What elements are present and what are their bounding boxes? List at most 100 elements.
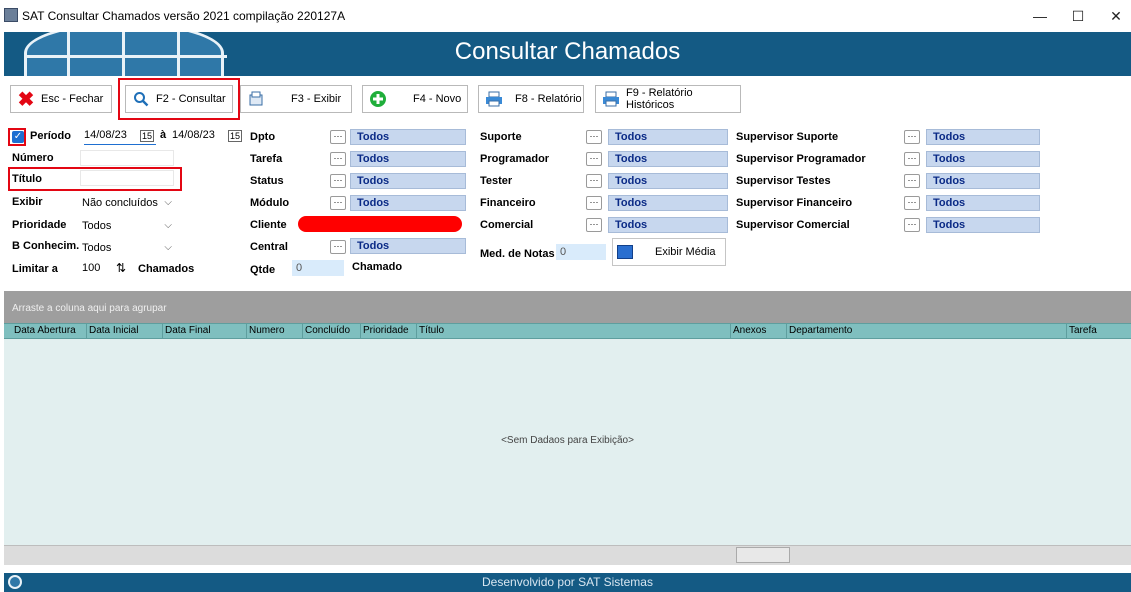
footer-summary-cell — [736, 547, 790, 563]
new-button[interactable]: F4 - Novo — [362, 85, 468, 113]
history-report-button[interactable]: F9 - Relatório Históricos — [595, 85, 741, 113]
group-hint: Arraste a coluna aqui para agrupar — [12, 303, 167, 314]
column-numero[interactable]: Numero — [246, 324, 302, 338]
sup-testes-label: Supervisor Testes — [736, 175, 831, 187]
programador-value[interactable]: Todos — [608, 151, 728, 167]
column-data-inicial[interactable]: Data Inicial — [86, 324, 162, 338]
status-text: Desenvolvido por SAT Sistemas — [482, 575, 653, 589]
app-icon — [4, 8, 18, 22]
bconhecim-select-value: Todos — [82, 242, 112, 254]
spin-arrows-icon[interactable]: ⇅ — [116, 261, 126, 275]
tarefa-lookup-button[interactable]: ··· — [330, 152, 346, 166]
page-title: Consultar Chamados — [454, 38, 681, 65]
periodo-label: Período — [30, 130, 71, 142]
chevron-down-icon: ⌵ — [164, 242, 172, 253]
suporte-lookup-button[interactable]: ··· — [586, 130, 602, 144]
cliente-field-redacted[interactable] — [298, 216, 462, 232]
date-from-value: 14/08/23 — [84, 129, 127, 141]
periodo-checkbox[interactable]: ✓ — [12, 131, 24, 143]
programador-label: Programador — [480, 153, 550, 165]
tester-lookup-button[interactable]: ··· — [586, 174, 602, 188]
column-concluido[interactable]: Concluído — [302, 324, 360, 338]
sup-programador-value[interactable]: Todos — [926, 151, 1040, 167]
column-prioridade[interactable]: Prioridade — [360, 324, 416, 338]
globe-icon — [8, 575, 22, 589]
exibir-media-button[interactable]: Exibir Média — [612, 238, 726, 266]
comercial-value[interactable]: Todos — [608, 217, 728, 233]
sup-programador-label: Supervisor Programador — [736, 153, 866, 165]
column-departamento[interactable]: Departamento — [786, 324, 1066, 338]
exibir-media-label: Exibir Média — [655, 246, 716, 258]
sup-programador-lookup-button[interactable]: ··· — [904, 152, 920, 166]
qtde-label: Qtde — [250, 264, 276, 276]
modulo-value[interactable]: Todos — [350, 195, 466, 211]
group-by-band[interactable]: Arraste a coluna aqui para agrupar — [4, 291, 1131, 323]
central-lookup-button[interactable]: ··· — [330, 240, 346, 254]
prioridade-select-value: Todos — [82, 220, 112, 232]
status-lookup-button[interactable]: ··· — [330, 174, 346, 188]
sup-comercial-value[interactable]: Todos — [926, 217, 1040, 233]
report-button[interactable]: F8 - Relatório — [478, 85, 584, 113]
close-button[interactable]: ✖ Esc - Fechar — [10, 85, 112, 113]
column-titulo[interactable]: Título — [416, 324, 730, 338]
bconhecim-label: B Conhecim. — [12, 240, 80, 252]
comercial-lookup-button[interactable]: ··· — [586, 218, 602, 232]
limitar-stepper[interactable]: 100 ⇅ — [82, 261, 134, 278]
tester-label: Tester — [480, 175, 513, 187]
calendar-icon[interactable]: 15 — [139, 130, 154, 142]
printer-history-icon — [602, 90, 620, 108]
sup-financeiro-value[interactable]: Todos — [926, 195, 1040, 211]
report-button-label: F8 - Relatório — [515, 93, 582, 105]
sup-financeiro-lookup-button[interactable]: ··· — [904, 196, 920, 210]
med-notas-label: Med. de Notas — [480, 248, 555, 260]
date-to-value: 14/08/23 — [172, 129, 215, 141]
financeiro-value[interactable]: Todos — [608, 195, 728, 211]
show-button-label: F3 - Exibir — [291, 93, 342, 105]
calendar-icon[interactable]: 15 — [227, 130, 242, 142]
chevron-down-icon: ⌵ — [164, 197, 172, 208]
suporte-value[interactable]: Todos — [608, 129, 728, 145]
financeiro-lookup-button[interactable]: ··· — [586, 196, 602, 210]
programador-lookup-button[interactable]: ··· — [586, 152, 602, 166]
tarefa-value[interactable]: Todos — [350, 151, 466, 167]
sup-comercial-lookup-button[interactable]: ··· — [904, 218, 920, 232]
history-report-button-label: F9 - Relatório Históricos — [626, 87, 693, 111]
dpto-lookup-button[interactable]: ··· — [330, 130, 346, 144]
plus-circle-icon — [369, 90, 387, 108]
close-button-label: Esc - Fechar — [41, 93, 104, 105]
exibir-select[interactable]: Não concluídos ⌵ — [82, 195, 174, 212]
new-button-label: F4 - Novo — [413, 93, 462, 105]
modulo-lookup-button[interactable]: ··· — [330, 196, 346, 210]
prioridade-select[interactable]: Todos ⌵ — [82, 218, 174, 235]
grid-body[interactable]: <Sem Dadaos para Exibição> — [4, 339, 1131, 545]
column-data-final[interactable]: Data Final — [162, 324, 246, 338]
column-anexos[interactable]: Anexos — [730, 324, 786, 338]
med-notas-value: 0 — [556, 244, 606, 260]
date-from-field[interactable]: 14/08/23 15 — [84, 129, 156, 145]
chevron-down-icon: ⌵ — [164, 220, 172, 231]
prioridade-label: Prioridade — [12, 219, 67, 231]
close-window-button[interactable]: ✕ — [1093, 4, 1131, 28]
sup-suporte-lookup-button[interactable]: ··· — [904, 130, 920, 144]
column-tarefa[interactable]: Tarefa — [1066, 324, 1131, 338]
dpto-value[interactable]: Todos — [350, 129, 466, 145]
status-value[interactable]: Todos — [350, 173, 466, 189]
sup-financeiro-label: Supervisor Financeiro — [736, 197, 853, 209]
sup-suporte-value[interactable]: Todos — [926, 129, 1040, 145]
column-data-abertura[interactable]: Data Abertura — [12, 324, 86, 338]
tester-value[interactable]: Todos — [608, 173, 728, 189]
titulo-input[interactable] — [80, 170, 174, 186]
exibir-label: Exibir — [12, 196, 43, 208]
bconhecim-select[interactable]: Todos ⌵ — [82, 240, 174, 257]
sup-testes-lookup-button[interactable]: ··· — [904, 174, 920, 188]
comercial-label: Comercial — [480, 219, 534, 231]
date-to-field[interactable]: 14/08/23 15 — [172, 129, 244, 145]
close-x-icon: ✖ — [17, 88, 35, 111]
show-button[interactable]: F3 - Exibir — [240, 85, 352, 113]
consult-button[interactable]: F2 - Consultar — [125, 85, 233, 113]
numero-input[interactable] — [80, 150, 174, 166]
document-icon — [247, 90, 265, 108]
sup-testes-value[interactable]: Todos — [926, 173, 1040, 189]
consult-button-label: F2 - Consultar — [156, 93, 226, 105]
central-value[interactable]: Todos — [350, 238, 466, 254]
